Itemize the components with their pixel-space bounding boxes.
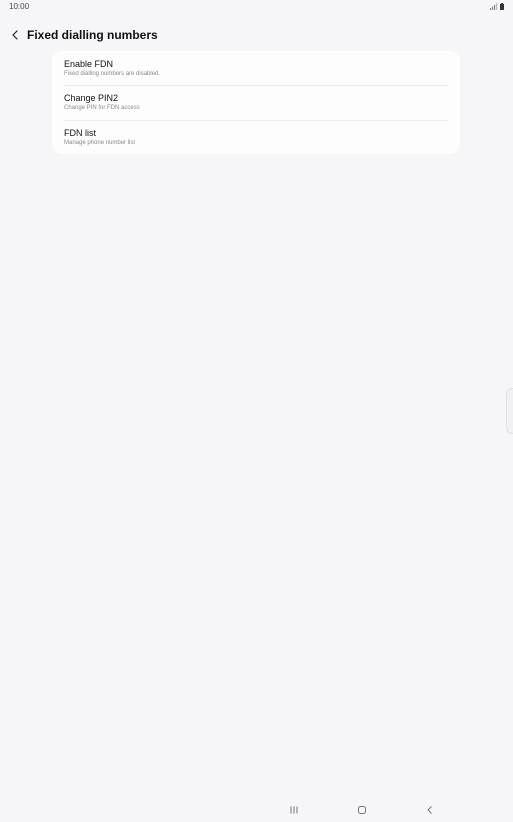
page-title: Fixed dialling numbers [27, 28, 158, 42]
recent-apps-button[interactable] [286, 803, 302, 817]
battery-icon [500, 3, 504, 10]
change-pin2-title: Change PIN2 [64, 93, 119, 103]
recent-apps-icon [290, 806, 298, 814]
enable-fdn-item[interactable]: Enable FDN Fixed dialling numbers are di… [52, 51, 460, 85]
fdn-list-title: FDN list [64, 128, 96, 138]
edge-panel-handle[interactable] [506, 388, 513, 434]
settings-card: Enable FDN Fixed dialling numbers are di… [52, 51, 460, 154]
header: Fixed dialling numbers [0, 24, 513, 46]
enable-fdn-subtitle: Fixed dialling numbers are disabled. [64, 71, 161, 77]
status-time: 10:00 [9, 2, 30, 11]
navigation-bar [0, 798, 513, 822]
back-icon [427, 806, 432, 814]
nav-back-button[interactable] [422, 803, 438, 817]
change-pin2-item[interactable]: Change PIN2 Change PIN for FDN access [52, 86, 460, 120]
enable-fdn-title: Enable FDN [64, 59, 114, 69]
home-button[interactable] [354, 803, 370, 817]
status-icons [490, 3, 504, 10]
status-bar: 10:00 [0, 0, 513, 14]
signal-icon [490, 3, 498, 10]
change-pin2-subtitle: Change PIN for FDN access [64, 105, 140, 111]
chevron-left-icon [12, 30, 18, 40]
back-button[interactable] [6, 26, 24, 44]
fdn-list-item[interactable]: FDN list Manage phone number list [52, 121, 460, 154]
home-icon [358, 806, 366, 814]
fdn-list-subtitle: Manage phone number list [64, 140, 136, 146]
